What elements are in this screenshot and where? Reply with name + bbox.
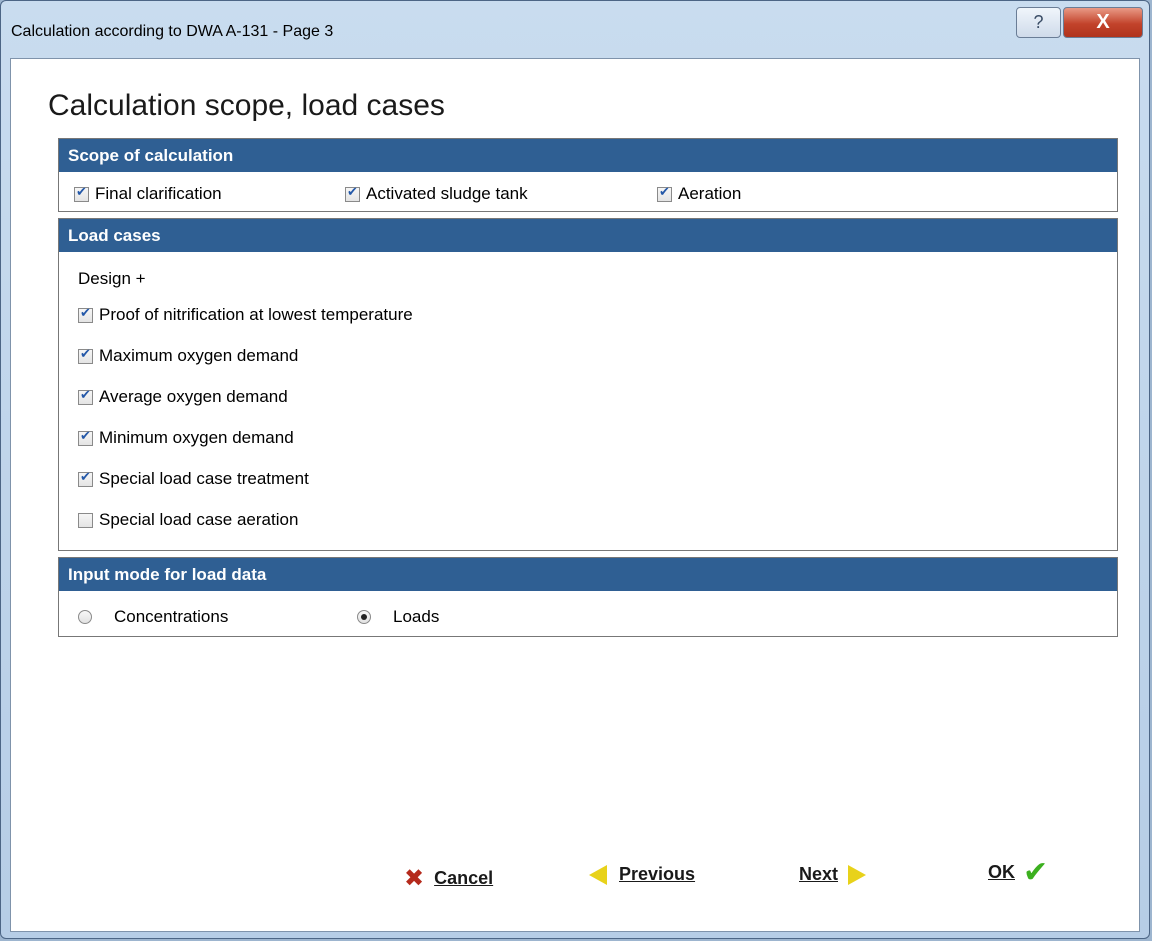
checkbox-label: Maximum oxygen demand — [99, 346, 299, 365]
checkbox-maximum-oxygen-demand[interactable]: Maximum oxygen demand — [78, 346, 298, 366]
help-button[interactable]: ? — [1016, 7, 1061, 38]
close-icon: X — [1096, 11, 1110, 33]
dialog-content: Calculation scope, load cases Scope of c… — [10, 58, 1140, 932]
cancel-label: Cancel — [434, 867, 494, 888]
input-mode-header: Input mode for load data — [59, 558, 1117, 591]
checkbox-label: Activated sludge tank — [366, 184, 528, 203]
checkbox-final-clarification[interactable]: Final clarification — [74, 184, 222, 204]
checkbox-box[interactable] — [78, 512, 93, 528]
checkbox-box[interactable] — [78, 470, 93, 487]
checkbox-box[interactable] — [78, 347, 93, 364]
radio-label: Concentrations — [114, 607, 229, 626]
checkbox-label: Minimum oxygen demand — [99, 428, 294, 447]
checkbox-activated-sludge-tank[interactable]: Activated sludge tank — [345, 184, 528, 204]
help-icon: ? — [1033, 12, 1044, 32]
load-cases-header: Load cases — [59, 219, 1117, 252]
ok-label: OK — [988, 862, 1015, 882]
window-title: Calculation according to DWA A-131 - Pag… — [11, 23, 334, 40]
radio-loads[interactable]: Loads — [357, 607, 439, 627]
checkbox-label: Average oxygen demand — [99, 387, 288, 406]
checkbox-label: Aeration — [678, 184, 742, 203]
radio-concentrations[interactable]: Concentrations — [78, 607, 228, 627]
scope-group: Scope of calculation Final clarification… — [58, 138, 1118, 212]
arrow-left-icon — [589, 864, 607, 885]
dialog-window: Calculation according to DWA A-131 - Pag… — [0, 0, 1150, 939]
checkbox-box[interactable] — [78, 388, 93, 405]
load-cases-group: Load cases Design + Proof of nitrificati… — [58, 218, 1118, 551]
checkbox-box[interactable] — [78, 306, 93, 323]
checkbox-box[interactable] — [345, 185, 360, 202]
checkbox-special-load-case-aeration[interactable]: Special load case aeration — [78, 510, 298, 530]
radio-button[interactable] — [357, 610, 371, 624]
checkbox-special-load-case-treatment[interactable]: Special load case treatment — [78, 469, 309, 489]
title-bar[interactable]: Calculation according to DWA A-131 - Pag… — [1, 1, 1149, 57]
arrow-right-icon — [848, 864, 867, 885]
checkbox-aeration[interactable]: Aeration — [657, 184, 741, 204]
checkbox-proof-of-nitrification[interactable]: Proof of nitrification at lowest tempera… — [78, 305, 413, 325]
radio-label: Loads — [393, 607, 440, 626]
radio-button[interactable] — [78, 610, 92, 624]
checkbox-box[interactable] — [657, 185, 672, 202]
checkbox-label: Special load case treatment — [99, 469, 309, 488]
checkbox-minimum-oxygen-demand[interactable]: Minimum oxygen demand — [78, 428, 294, 448]
next-label: Next — [799, 864, 839, 884]
checkbox-average-oxygen-demand[interactable]: Average oxygen demand — [78, 387, 288, 407]
previous-button[interactable]: Previous — [589, 864, 695, 885]
checkbox-label: Final clarification — [95, 184, 222, 203]
ok-button[interactable]: OK ✔ — [988, 855, 1048, 890]
next-button[interactable]: Next — [799, 864, 867, 885]
checkmark-icon: ✔ — [1023, 855, 1049, 890]
close-button[interactable]: X — [1063, 7, 1143, 38]
checkbox-label: Special load case aeration — [99, 510, 299, 529]
previous-label: Previous — [619, 864, 696, 884]
checkbox-box[interactable] — [78, 429, 93, 446]
input-mode-group: Input mode for load data Concentrations … — [58, 557, 1118, 637]
page-title: Calculation scope, load cases — [48, 89, 445, 122]
x-icon: ✖ — [404, 864, 425, 892]
scope-header: Scope of calculation — [59, 139, 1117, 172]
design-label: Design + — [78, 269, 146, 288]
cancel-button[interactable]: ✖ Cancel — [404, 864, 493, 892]
checkbox-label: Proof of nitrification at lowest tempera… — [99, 305, 413, 324]
checkbox-box[interactable] — [74, 185, 89, 202]
